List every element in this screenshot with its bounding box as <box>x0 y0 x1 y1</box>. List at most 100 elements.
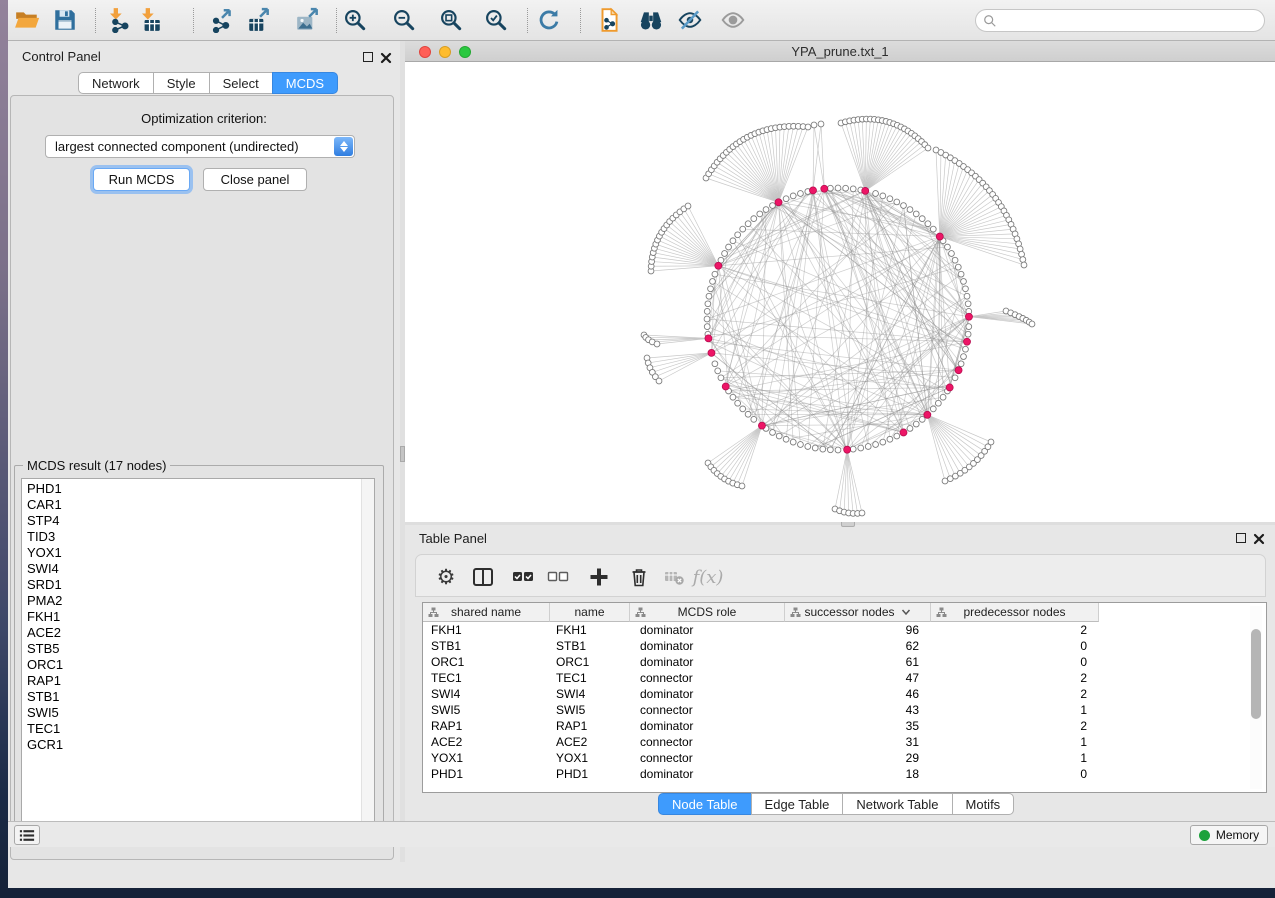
network-canvas[interactable] <box>405 62 1275 522</box>
network-node[interactable] <box>873 191 879 197</box>
network-node[interactable] <box>887 196 893 202</box>
hide-panels-icon[interactable] <box>675 5 705 35</box>
delete-column-icon[interactable] <box>625 563 653 591</box>
table-row[interactable]: RAP1RAP1dominator352 <box>423 718 1266 734</box>
network-node[interactable] <box>798 191 804 197</box>
mcds-result-item[interactable]: SWI5 <box>22 705 360 721</box>
network-node[interactable] <box>966 324 972 330</box>
network-node[interactable] <box>708 286 714 292</box>
mcds-result-item[interactable]: PHD1 <box>22 481 360 497</box>
apply-layout-icon[interactable] <box>534 5 564 35</box>
network-mcds-hub-node[interactable] <box>715 262 722 269</box>
network-node[interactable] <box>964 293 970 299</box>
mcds-result-item[interactable]: STP4 <box>22 513 360 529</box>
create-column-icon[interactable] <box>585 563 613 591</box>
network-node[interactable] <box>963 286 969 292</box>
network-node[interactable] <box>712 361 718 367</box>
network-node[interactable] <box>961 354 967 360</box>
close-panel-button[interactable]: Close panel <box>203 168 307 191</box>
network-node[interactable] <box>945 244 951 250</box>
float-panel-icon[interactable] <box>363 52 373 62</box>
network-mcds-hub-node[interactable] <box>862 187 869 194</box>
mcds-result-item[interactable]: YOX1 <box>22 545 360 561</box>
network-node[interactable] <box>710 279 716 285</box>
memory-button[interactable]: Memory <box>1190 825 1268 845</box>
network-node[interactable] <box>757 211 763 217</box>
network-node[interactable] <box>704 316 710 322</box>
network-node[interactable] <box>919 416 925 422</box>
tab-node-table[interactable]: Node Table <box>658 793 752 815</box>
network-leaf-node[interactable] <box>685 203 691 209</box>
network-node[interactable] <box>827 447 833 453</box>
network-node[interactable] <box>940 394 946 400</box>
run-mcds-button[interactable]: Run MCDS <box>93 168 190 191</box>
show-columns-icon[interactable] <box>469 563 497 591</box>
zoom-fit-icon[interactable] <box>436 5 466 35</box>
mcds-result-item[interactable]: GCR1 <box>22 737 360 753</box>
table-row[interactable]: FKH1FKH1dominator962 <box>423 622 1266 638</box>
network-mcds-hub-node[interactable] <box>758 422 765 429</box>
network-node[interactable] <box>835 185 841 191</box>
mcds-result-item[interactable]: ORC1 <box>22 657 360 673</box>
search-input[interactable] <box>1001 14 1264 28</box>
export-image-icon[interactable] <box>293 5 323 35</box>
network-node[interactable] <box>770 203 776 209</box>
network-mcds-hub-node[interactable] <box>821 185 828 192</box>
tab-motifs[interactable]: Motifs <box>952 793 1015 815</box>
network-leaf-node[interactable] <box>859 510 865 516</box>
column-header-predecessor-nodes[interactable]: predecessor nodes <box>931 603 1099 622</box>
mcds-result-item[interactable]: CAR1 <box>22 497 360 513</box>
mcds-result-item[interactable]: TEC1 <box>22 721 360 737</box>
network-node[interactable] <box>704 324 710 330</box>
network-node[interactable] <box>965 301 971 307</box>
optimization-select[interactable]: largest connected component (undirected) <box>45 135 355 158</box>
network-node[interactable] <box>770 430 776 436</box>
tab-mcds[interactable]: MCDS <box>272 72 338 94</box>
network-node[interactable] <box>873 442 879 448</box>
export-table-icon[interactable] <box>244 5 274 35</box>
network-leaf-node[interactable] <box>811 122 817 128</box>
network-leaf-node[interactable] <box>925 145 931 151</box>
network-node[interactable] <box>919 216 925 222</box>
network-node[interactable] <box>751 416 757 422</box>
network-node[interactable] <box>913 421 919 427</box>
network-node[interactable] <box>718 375 724 381</box>
network-node[interactable] <box>843 185 849 191</box>
network-leaf-node[interactable] <box>656 378 662 384</box>
mcds-list-scrollbar[interactable] <box>361 479 374 825</box>
network-mcds-hub-node[interactable] <box>810 187 817 194</box>
network-node[interactable] <box>745 221 751 227</box>
network-node[interactable] <box>961 279 967 285</box>
search-network-icon[interactable] <box>636 5 666 35</box>
network-node[interactable] <box>930 226 936 232</box>
network-node[interactable] <box>865 444 871 450</box>
network-node[interactable] <box>925 221 931 227</box>
network-leaf-node[interactable] <box>654 341 660 347</box>
network-node[interactable] <box>751 216 757 222</box>
mcds-result-item[interactable]: RAP1 <box>22 673 360 689</box>
network-node[interactable] <box>827 185 833 191</box>
network-node[interactable] <box>730 238 736 244</box>
zoom-selected-icon[interactable] <box>481 5 511 35</box>
network-node[interactable] <box>901 203 907 209</box>
network-node[interactable] <box>726 244 732 250</box>
table-scrollbar[interactable] <box>1250 606 1262 789</box>
delete-table-icon[interactable] <box>660 563 688 591</box>
table-settings-icon[interactable]: ⚙ <box>432 563 460 591</box>
network-node[interactable] <box>949 251 955 257</box>
network-node[interactable] <box>930 406 936 412</box>
network-node[interactable] <box>955 264 961 270</box>
network-node[interactable] <box>722 251 728 257</box>
network-mcds-hub-node[interactable] <box>900 429 907 436</box>
network-mcds-hub-node[interactable] <box>775 199 782 206</box>
network-node[interactable] <box>704 308 710 314</box>
tab-network[interactable]: Network <box>78 72 154 94</box>
network-node[interactable] <box>740 406 746 412</box>
network-node[interactable] <box>763 207 769 213</box>
network-node[interactable] <box>965 331 971 337</box>
network-node[interactable] <box>880 193 886 199</box>
network-node[interactable] <box>850 446 856 452</box>
function-builder-icon[interactable]: f(x) <box>694 563 722 591</box>
table-row[interactable]: SWI5SWI5connector431 <box>423 702 1266 718</box>
network-node[interactable] <box>735 400 741 406</box>
